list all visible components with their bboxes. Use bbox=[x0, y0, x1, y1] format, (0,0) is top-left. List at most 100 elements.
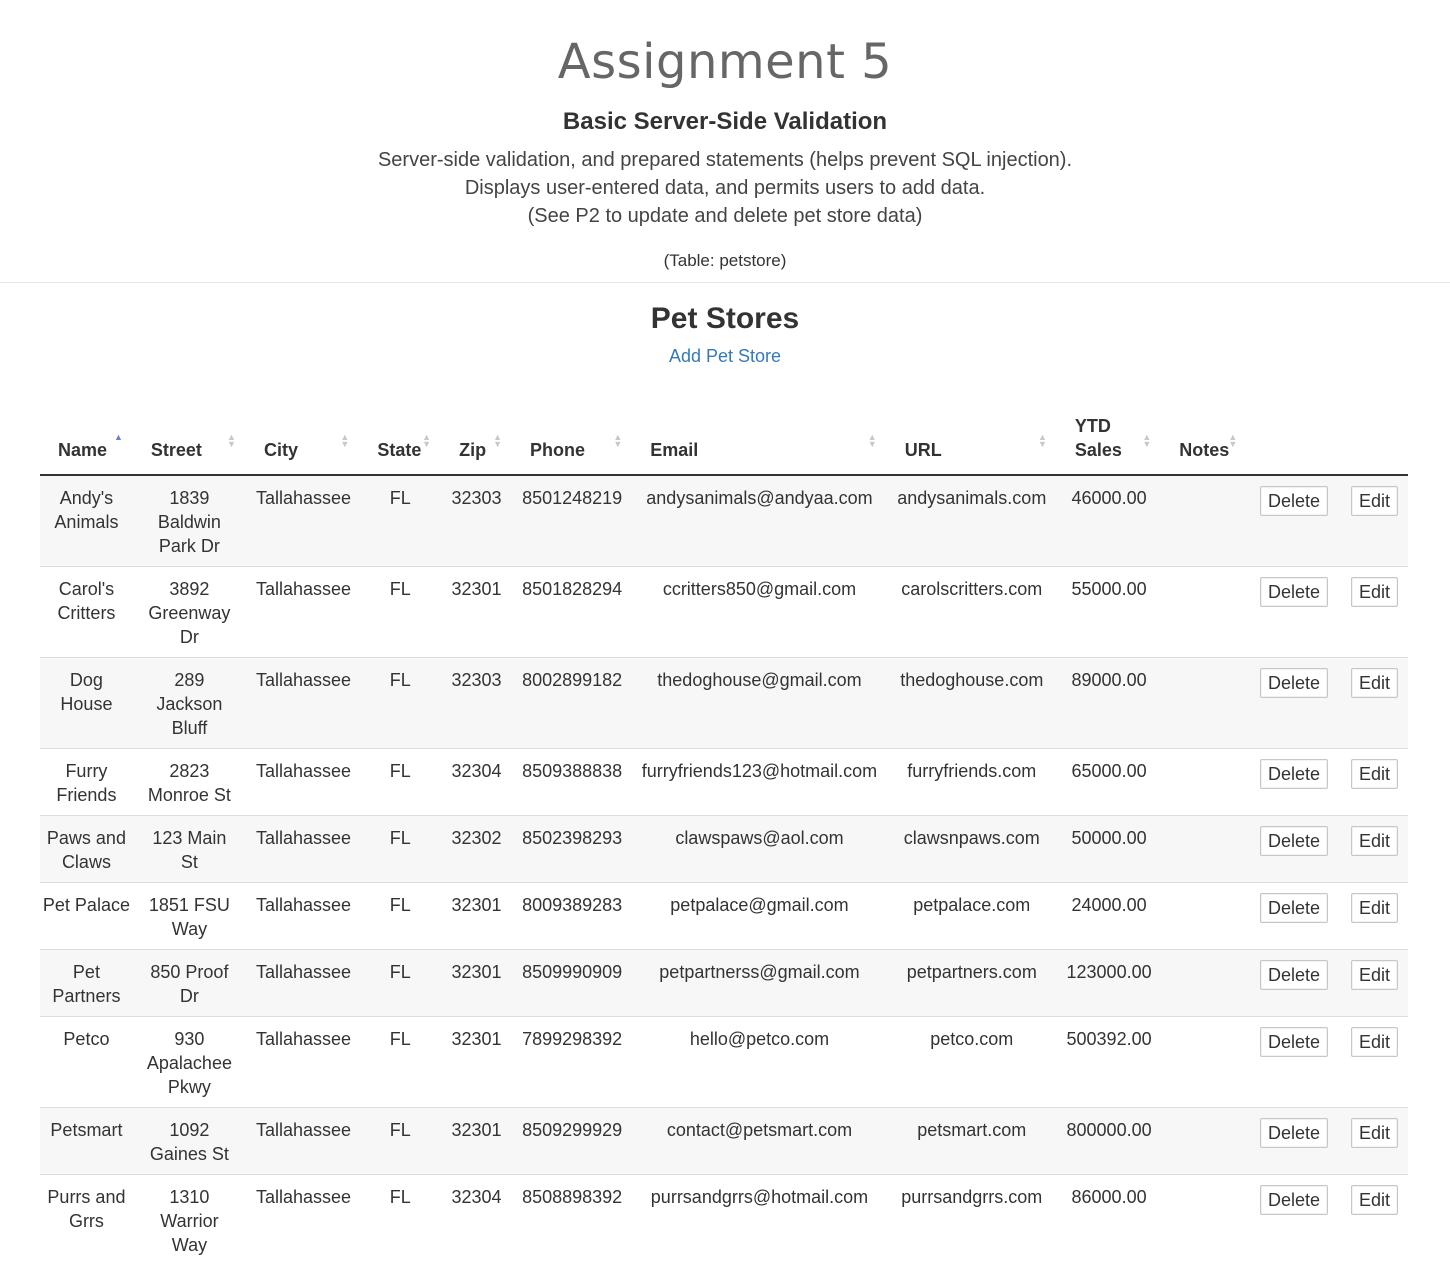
add-pet-store-link[interactable]: Add Pet Store bbox=[0, 346, 1450, 367]
cell-city: Tallahassee bbox=[246, 883, 359, 950]
cell-name: Petsmart bbox=[40, 1108, 133, 1175]
table-row: Andy's Animals1839 Baldwin Park DrTallah… bbox=[40, 475, 1408, 567]
cell-notes bbox=[1161, 658, 1247, 749]
delete-button[interactable]: Delete bbox=[1260, 1185, 1328, 1215]
cell-phone: 8509388838 bbox=[512, 749, 632, 816]
delete-button[interactable]: Delete bbox=[1260, 1118, 1328, 1148]
cell-email: furryfriends123@hotmail.com bbox=[632, 749, 886, 816]
table-row: Purrs and Grrs1310 Warrior WayTallahasse… bbox=[40, 1175, 1408, 1265]
cell-city: Tallahassee bbox=[246, 950, 359, 1017]
column-header-name[interactable]: Name▲▼ bbox=[40, 414, 133, 475]
delete-button[interactable]: Delete bbox=[1260, 668, 1328, 698]
cell-url: andysanimals.com bbox=[887, 475, 1057, 567]
cell-name: Pet Partners bbox=[40, 950, 133, 1017]
edit-button[interactable]: Edit bbox=[1351, 1027, 1398, 1057]
sort-icon: ▲▼ bbox=[1228, 434, 1237, 448]
delete-button[interactable]: Delete bbox=[1260, 826, 1328, 856]
cell-zip: 32303 bbox=[441, 658, 512, 749]
edit-button[interactable]: Edit bbox=[1351, 1185, 1398, 1215]
cell-url: petpartners.com bbox=[887, 950, 1057, 1017]
column-header-email[interactable]: Email▲▼ bbox=[632, 414, 886, 475]
cell-delete: Delete bbox=[1247, 950, 1332, 1017]
sort-icon: ▲▼ bbox=[1142, 434, 1151, 448]
edit-button[interactable]: Edit bbox=[1351, 893, 1398, 923]
page-title: Assignment 5 bbox=[0, 34, 1450, 90]
edit-button[interactable]: Edit bbox=[1351, 1118, 1398, 1148]
column-header-zip[interactable]: Zip▲▼ bbox=[441, 414, 512, 475]
cell-url: clawsnpaws.com bbox=[887, 816, 1057, 883]
cell-delete: Delete bbox=[1247, 749, 1332, 816]
cell-city: Tallahassee bbox=[246, 475, 359, 567]
cell-ytd-sales: 46000.00 bbox=[1057, 475, 1161, 567]
table-row: Furry Friends2823 Monroe StTallahasseeFL… bbox=[40, 749, 1408, 816]
page-description: Server-side validation, and prepared sta… bbox=[0, 146, 1450, 230]
delete-button[interactable]: Delete bbox=[1260, 1027, 1328, 1057]
section-title: Pet Stores bbox=[0, 302, 1450, 336]
cell-delete: Delete bbox=[1247, 1017, 1332, 1108]
edit-button[interactable]: Edit bbox=[1351, 826, 1398, 856]
cell-email: thedoghouse@gmail.com bbox=[632, 658, 886, 749]
column-header-ytd-sales[interactable]: YTD Sales▲▼ bbox=[1057, 414, 1161, 475]
sort-ascending-icon: ▲▼ bbox=[114, 434, 123, 448]
cell-city: Tallahassee bbox=[246, 1108, 359, 1175]
cell-ytd-sales: 55000.00 bbox=[1057, 567, 1161, 658]
cell-city: Tallahassee bbox=[246, 567, 359, 658]
cell-phone: 8509299929 bbox=[512, 1108, 632, 1175]
table-header-row: Name▲▼ Street▲▼ City▲▼ State▲▼ Zip▲▼ Pho… bbox=[40, 414, 1408, 475]
cell-state: FL bbox=[359, 749, 441, 816]
cell-ytd-sales: 123000.00 bbox=[1057, 950, 1161, 1017]
cell-ytd-sales: 24000.00 bbox=[1057, 883, 1161, 950]
cell-street: 1851 FSU Way bbox=[133, 883, 246, 950]
edit-button[interactable]: Edit bbox=[1351, 759, 1398, 789]
column-header-phone[interactable]: Phone▲▼ bbox=[512, 414, 632, 475]
cell-delete: Delete bbox=[1247, 658, 1332, 749]
edit-button[interactable]: Edit bbox=[1351, 577, 1398, 607]
cell-city: Tallahassee bbox=[246, 816, 359, 883]
cell-delete: Delete bbox=[1247, 816, 1332, 883]
cell-notes bbox=[1161, 475, 1247, 567]
column-header-street[interactable]: Street▲▼ bbox=[133, 414, 246, 475]
cell-phone: 8509990909 bbox=[512, 950, 632, 1017]
description-line: Server-side validation, and prepared sta… bbox=[0, 146, 1450, 174]
cell-street: 1092 Gaines St bbox=[133, 1108, 246, 1175]
description-line: Displays user-entered data, and permits … bbox=[0, 174, 1450, 202]
cell-name: Andy's Animals bbox=[40, 475, 133, 567]
cell-notes bbox=[1161, 950, 1247, 1017]
cell-edit: Edit bbox=[1332, 1108, 1408, 1175]
sort-icon: ▲▼ bbox=[227, 434, 236, 448]
delete-button[interactable]: Delete bbox=[1260, 759, 1328, 789]
cell-state: FL bbox=[359, 1175, 441, 1265]
delete-button[interactable]: Delete bbox=[1260, 486, 1328, 516]
cell-url: furryfriends.com bbox=[887, 749, 1057, 816]
cell-street: 289 Jackson Bluff bbox=[133, 658, 246, 749]
edit-button[interactable]: Edit bbox=[1351, 486, 1398, 516]
delete-button[interactable]: Delete bbox=[1260, 893, 1328, 923]
cell-street: 930 Apalachee Pkwy bbox=[133, 1017, 246, 1108]
edit-button[interactable]: Edit bbox=[1351, 960, 1398, 990]
cell-name: Petco bbox=[40, 1017, 133, 1108]
delete-button[interactable]: Delete bbox=[1260, 577, 1328, 607]
column-header-state[interactable]: State▲▼ bbox=[359, 414, 441, 475]
delete-button[interactable]: Delete bbox=[1260, 960, 1328, 990]
cell-ytd-sales: 65000.00 bbox=[1057, 749, 1161, 816]
sort-icon: ▲▼ bbox=[613, 434, 622, 448]
edit-button[interactable]: Edit bbox=[1351, 668, 1398, 698]
cell-name: Dog House bbox=[40, 658, 133, 749]
cell-name: Pet Palace bbox=[40, 883, 133, 950]
column-header-notes[interactable]: Notes▲▼ bbox=[1161, 414, 1247, 475]
cell-name: Carol's Critters bbox=[40, 567, 133, 658]
cell-state: FL bbox=[359, 1108, 441, 1175]
cell-delete: Delete bbox=[1247, 883, 1332, 950]
column-header-city[interactable]: City▲▼ bbox=[246, 414, 359, 475]
column-header-url[interactable]: URL▲▼ bbox=[887, 414, 1057, 475]
cell-zip: 32301 bbox=[441, 950, 512, 1017]
table-body: Andy's Animals1839 Baldwin Park DrTallah… bbox=[40, 475, 1408, 1265]
cell-ytd-sales: 800000.00 bbox=[1057, 1108, 1161, 1175]
cell-street: 3892 Greenway Dr bbox=[133, 567, 246, 658]
cell-delete: Delete bbox=[1247, 1108, 1332, 1175]
cell-phone: 8002899182 bbox=[512, 658, 632, 749]
cell-url: purrsandgrrs.com bbox=[887, 1175, 1057, 1265]
cell-notes bbox=[1161, 567, 1247, 658]
cell-state: FL bbox=[359, 950, 441, 1017]
cell-email: hello@petco.com bbox=[632, 1017, 886, 1108]
